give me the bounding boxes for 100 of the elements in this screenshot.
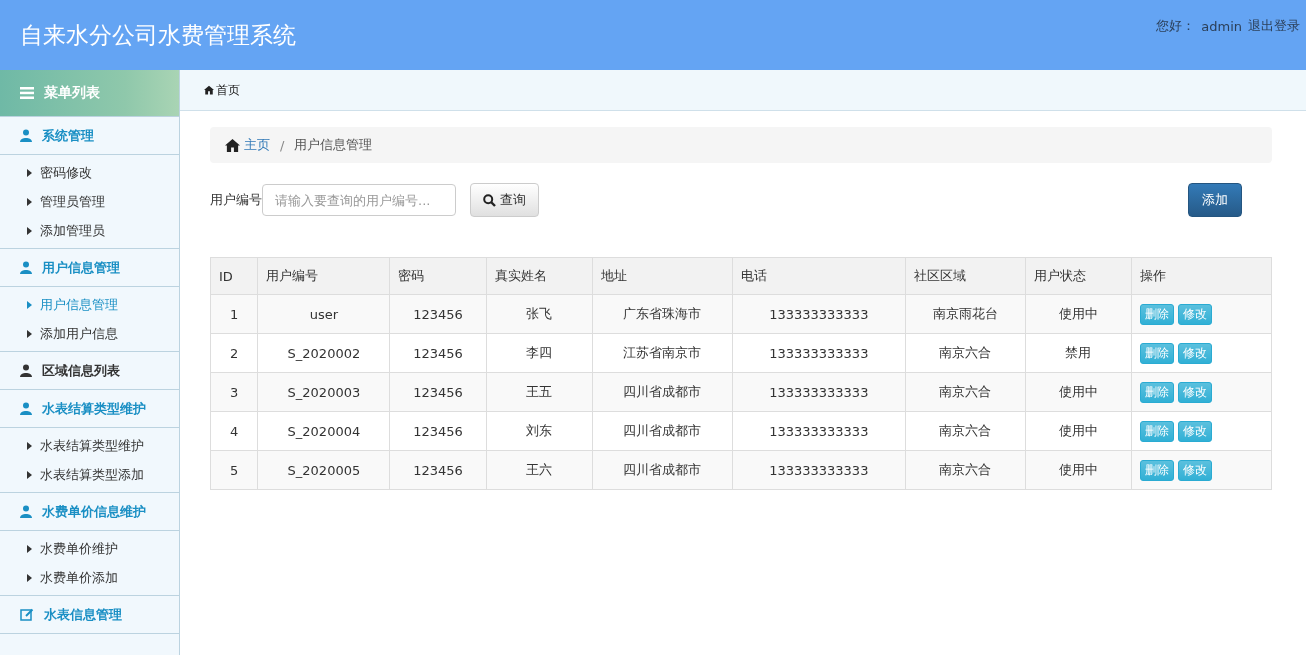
- menu-item[interactable]: 水费单价添加: [0, 563, 179, 592]
- table-cell: 123456: [389, 411, 487, 451]
- home-link[interactable]: 首页: [216, 81, 240, 99]
- menu-item[interactable]: 水表结算类型维护: [0, 431, 179, 460]
- app-title: 自来水分公司水费管理系统: [20, 20, 296, 50]
- table-cell: 禁用: [1025, 333, 1132, 373]
- column-header: 真实姓名: [486, 257, 593, 295]
- edit-button[interactable]: 修改: [1177, 420, 1212, 442]
- breadcrumb-link[interactable]: 主页: [225, 136, 270, 154]
- delete-button[interactable]: 删除: [1139, 342, 1174, 364]
- table-cell: 四川省成都市: [592, 411, 733, 451]
- caret-icon: [27, 329, 32, 338]
- table-cell: 123456: [389, 372, 487, 412]
- list-icon: [20, 87, 34, 99]
- menu-group[interactable]: 用户信息管理: [0, 249, 179, 287]
- edit-icon: [20, 608, 34, 621]
- menu-group[interactable]: 区域信息列表: [0, 352, 179, 390]
- table-cell: 王五: [486, 372, 593, 412]
- delete-button[interactable]: 删除: [1139, 459, 1174, 481]
- table-cell: 广东省珠海市: [592, 294, 733, 334]
- table-cell: 133333333333: [732, 294, 906, 334]
- greeting-text: 您好：: [1156, 17, 1196, 35]
- menu-item[interactable]: 添加用户信息: [0, 319, 179, 348]
- table-cell: 四川省成都市: [592, 372, 733, 412]
- caret-icon: [27, 168, 32, 177]
- user-icon: [20, 129, 32, 142]
- search-button[interactable]: 查询: [470, 183, 539, 217]
- caret-icon: [27, 300, 32, 309]
- caret-icon: [27, 573, 32, 582]
- table-cell: 4: [210, 411, 258, 451]
- table-cell: 使用中: [1025, 411, 1132, 451]
- table-cell: 南京六合: [905, 333, 1026, 373]
- user-icon: [20, 364, 32, 377]
- menu-header: 菜单列表: [0, 70, 179, 117]
- menu-item[interactable]: 管理员管理: [0, 187, 179, 216]
- home-icon: [225, 137, 240, 153]
- breadcrumb-current: 用户信息管理: [294, 136, 373, 154]
- column-header: 社区区域: [905, 257, 1026, 295]
- menu-group[interactable]: 水表结算类型维护: [0, 390, 179, 428]
- table-cell: 133333333333: [732, 372, 906, 412]
- table-cell: 使用中: [1025, 372, 1132, 412]
- table-cell: 133333333333: [732, 450, 906, 490]
- user-name: admin: [1201, 18, 1242, 34]
- caret-icon: [27, 470, 32, 479]
- table-cell: 四川省成都市: [592, 450, 733, 490]
- table-cell: 王六: [486, 450, 593, 490]
- caret-icon: [27, 226, 32, 235]
- column-header: 用户编号: [258, 257, 390, 295]
- menu-item[interactable]: 水表结算类型添加: [0, 460, 179, 489]
- table-cell: 刘东: [486, 411, 593, 451]
- edit-button[interactable]: 修改: [1177, 342, 1212, 364]
- table-cell: 3: [210, 372, 258, 412]
- caret-icon: [27, 441, 32, 450]
- table-cell: 123456: [389, 333, 487, 373]
- menu-item[interactable]: 添加管理员: [0, 216, 179, 245]
- table-cell: S_2020002: [258, 333, 390, 373]
- table-cell: 2: [210, 333, 258, 373]
- table-cell: 江苏省南京市: [592, 333, 733, 373]
- delete-button[interactable]: 删除: [1139, 303, 1174, 325]
- user-icon: [20, 261, 32, 274]
- search-field[interactable]: 请输入要查询的用户编号...: [262, 184, 456, 216]
- table-cell: 123456: [389, 450, 487, 490]
- table-cell: 张飞: [486, 294, 593, 334]
- column-header: 操作: [1131, 257, 1272, 295]
- menu-group[interactable]: 系统管理: [0, 117, 179, 155]
- table-cell: 使用中: [1025, 294, 1132, 334]
- table-cell: S_2020004: [258, 411, 390, 451]
- user-icon: [20, 505, 32, 518]
- edit-button[interactable]: 修改: [1177, 303, 1212, 325]
- delete-button[interactable]: 删除: [1139, 420, 1174, 442]
- column-header: 电话: [732, 257, 906, 295]
- table-cell: 李四: [486, 333, 593, 373]
- logout-link[interactable]: 退出登录: [1248, 17, 1300, 35]
- table-cell: 南京六合: [905, 372, 1026, 412]
- table-cell: 133333333333: [732, 333, 906, 373]
- delete-button[interactable]: 删除: [1139, 381, 1174, 403]
- column-header: 用户状态: [1025, 257, 1132, 295]
- column-header: ID: [210, 257, 258, 295]
- menu-group[interactable]: 水表信息管理: [0, 596, 179, 634]
- field-label: 用户编号: [210, 191, 262, 209]
- add-button[interactable]: 添加: [1188, 183, 1242, 217]
- menu-item[interactable]: 水费单价维护: [0, 534, 179, 563]
- menu-item[interactable]: 密码修改: [0, 158, 179, 187]
- table-cell: 133333333333: [732, 411, 906, 451]
- edit-button[interactable]: 修改: [1177, 459, 1212, 481]
- table-cell: 南京六合: [905, 450, 1026, 490]
- table-cell: S_2020005: [258, 450, 390, 490]
- table-cell: 1: [210, 294, 258, 334]
- table-cell: S_2020003: [258, 372, 390, 412]
- menu-group[interactable]: 水费单价信息维护: [0, 493, 179, 531]
- caret-icon: [27, 197, 32, 206]
- table-cell: 南京雨花台: [905, 294, 1026, 334]
- user-icon: [20, 402, 32, 415]
- table-cell: 123456: [389, 294, 487, 334]
- column-header: 密码: [389, 257, 487, 295]
- menu-item[interactable]: 用户信息管理: [0, 290, 179, 319]
- edit-button[interactable]: 修改: [1177, 381, 1212, 403]
- search-icon: [483, 193, 496, 207]
- caret-icon: [27, 544, 32, 553]
- table-cell: 使用中: [1025, 450, 1132, 490]
